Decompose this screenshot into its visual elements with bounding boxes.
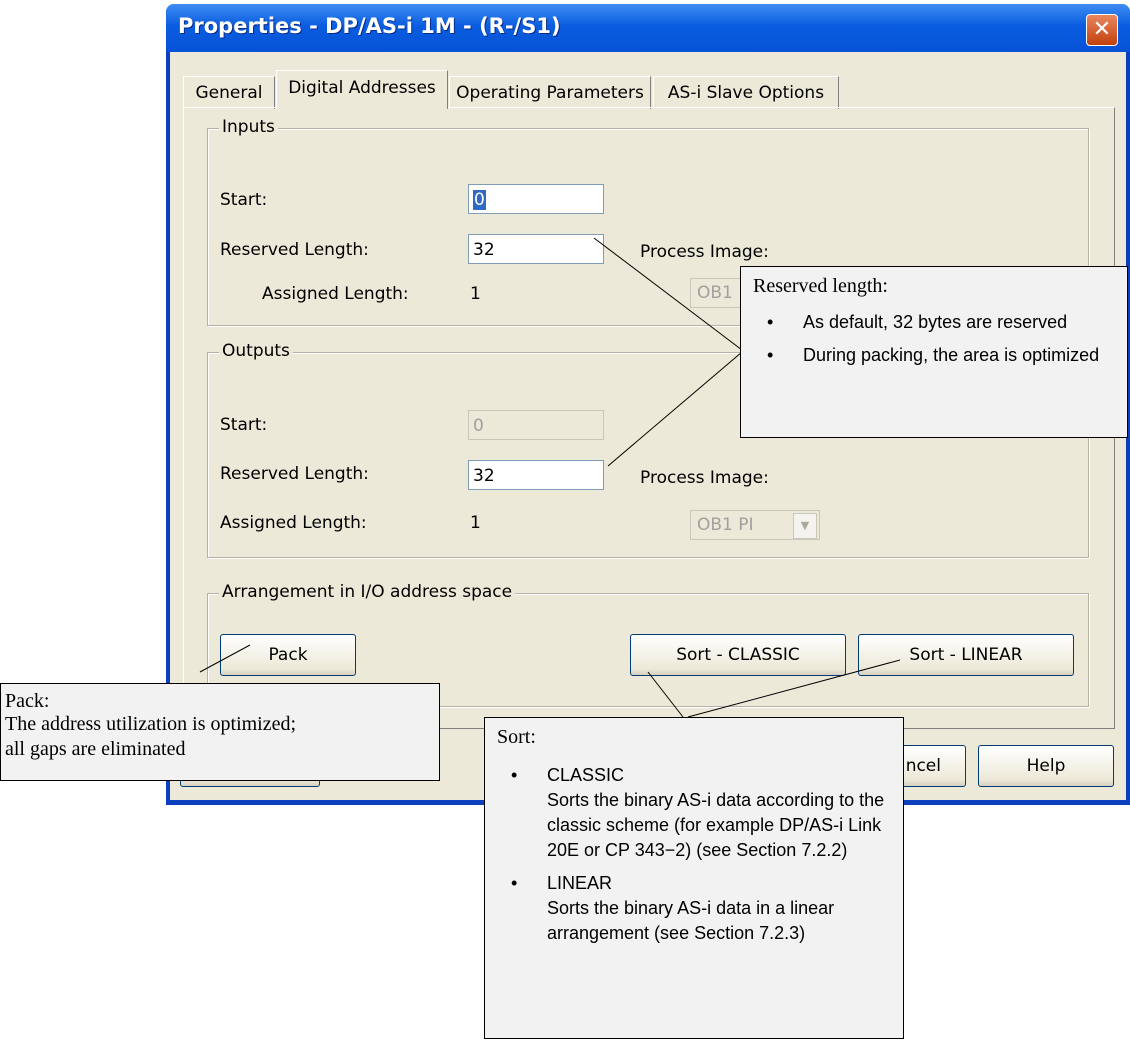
callout-pack-title: Pack: — [5, 690, 50, 712]
bullet-icon: • — [511, 873, 518, 893]
leader-sort-linear — [687, 659, 901, 718]
callout-pack-line: all gaps are eliminated — [5, 738, 186, 760]
bullet-icon: • — [767, 345, 774, 365]
leader-sort-classic — [647, 671, 684, 718]
bullet-icon: • — [511, 765, 518, 785]
callout-reserved-length: Reserved length: • As default, 32 bytes a… — [740, 266, 1128, 438]
callout-sort-bullet: • LINEAR Sorts the binary AS-i data in a … — [511, 873, 835, 943]
leader-reserved-outputs — [607, 351, 743, 467]
bullet-icon: • — [767, 312, 774, 332]
callout-reserved-bullet: • During packing, the area is optimized — [753, 343, 1115, 368]
callout-reserved-length-title: Reserved length: — [753, 275, 888, 297]
callout-sort-title: Sort: — [497, 726, 536, 748]
callout-sort-bullet: • CLASSIC Sorts the binary AS-i data acco… — [511, 765, 885, 860]
callout-sort: Sort: • CLASSIC Sorts the binary AS-i dat… — [484, 717, 904, 1039]
leader-pack — [199, 644, 251, 673]
callout-pack-line: The address utilization is optimized; — [5, 713, 297, 735]
tab-digital-addresses[interactable]: Digital Addresses — [276, 70, 448, 109]
leader-reserved-inputs — [593, 237, 743, 351]
callout-reserved-bullet: • As default, 32 bytes are reserved — [753, 310, 1115, 335]
callout-pack: Pack: The address utilization is optimiz… — [0, 683, 440, 781]
